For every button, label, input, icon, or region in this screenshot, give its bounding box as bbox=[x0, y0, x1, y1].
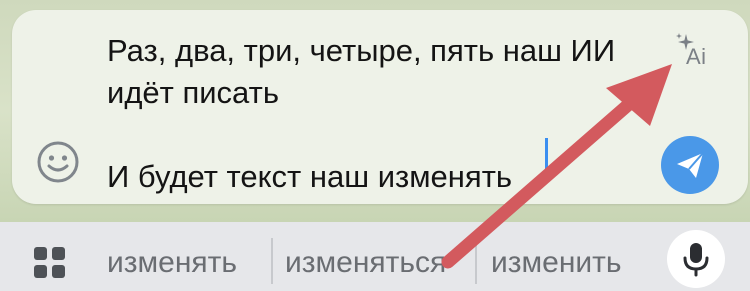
suggestion-divider bbox=[271, 238, 273, 284]
message-line: идёт писать bbox=[107, 75, 279, 110]
suggestion-3[interactable]: изменить bbox=[491, 244, 622, 282]
message-line: И будет текст наш изменять bbox=[107, 159, 513, 194]
voice-input-button[interactable] bbox=[667, 230, 725, 288]
suggestion-2[interactable]: изменяться bbox=[285, 244, 446, 282]
ai-label: Ai bbox=[686, 44, 707, 69]
emoji-button[interactable] bbox=[36, 140, 80, 184]
suggestion-divider bbox=[475, 238, 477, 284]
send-button[interactable] bbox=[661, 136, 719, 194]
keyboard-apps-button[interactable] bbox=[30, 243, 70, 283]
grid-icon bbox=[34, 247, 65, 278]
text-caret bbox=[545, 138, 548, 176]
message-input[interactable]: Раз, два, три, четыре, пять наш ИИ идёт … bbox=[107, 30, 652, 198]
microphone-icon bbox=[683, 243, 709, 277]
paper-plane-icon bbox=[677, 152, 704, 178]
message-line: Раз, два, три, четыре, пять наш ИИ bbox=[107, 33, 616, 68]
smiley-icon bbox=[37, 141, 79, 183]
suggestion-1[interactable]: изменять bbox=[107, 244, 237, 282]
ai-rewrite-button[interactable]: Ai bbox=[676, 32, 720, 76]
